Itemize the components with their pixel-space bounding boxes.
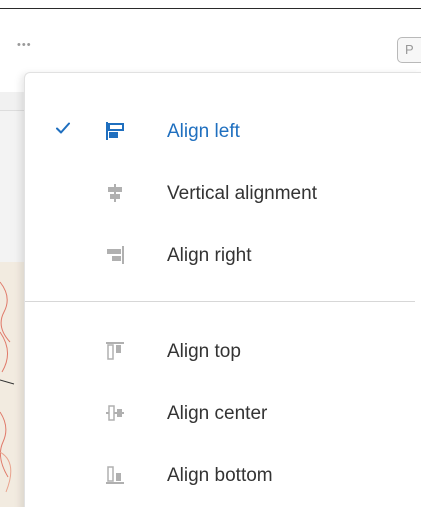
menu-item-label: Align right — [167, 245, 252, 266]
more-options-button[interactable]: ••• — [17, 40, 32, 51]
menu-item-label: Vertical alignment — [167, 183, 317, 204]
menu-item-vertical-alignment[interactable]: Vertical alignment — [25, 169, 421, 219]
menu-item-label: Align left — [167, 121, 240, 142]
menu-item-label: Align center — [167, 403, 268, 424]
align-vertical-center-icon — [108, 184, 122, 202]
page: ••• P Align left Vertical alignment Alig… — [0, 0, 421, 507]
toolbar-pill-button[interactable]: P — [397, 37, 421, 63]
align-right-icon — [107, 246, 124, 264]
menu-separator — [25, 301, 415, 302]
menu-item-label: Align top — [167, 341, 241, 362]
align-left-icon — [106, 122, 124, 140]
alignment-dropdown-menu: Align left Vertical alignment Align righ… — [24, 72, 421, 507]
menu-item-align-left[interactable]: Align left — [25, 107, 421, 157]
align-bottom-icon — [106, 466, 124, 484]
menu-item-label: Align bottom — [167, 465, 273, 486]
menu-item-align-bottom[interactable]: Align bottom — [25, 451, 421, 501]
align-top-icon — [106, 342, 124, 360]
align-middle-icon — [106, 405, 124, 421]
checkmark-icon — [56, 122, 70, 134]
background-ruler — [0, 92, 24, 111]
menu-item-align-center[interactable]: Align center — [25, 389, 421, 439]
background-map-thumbnail — [0, 262, 24, 507]
menu-item-align-right[interactable]: Align right — [25, 231, 421, 281]
menu-item-align-top[interactable]: Align top — [25, 327, 421, 377]
toolbar — [0, 9, 421, 71]
